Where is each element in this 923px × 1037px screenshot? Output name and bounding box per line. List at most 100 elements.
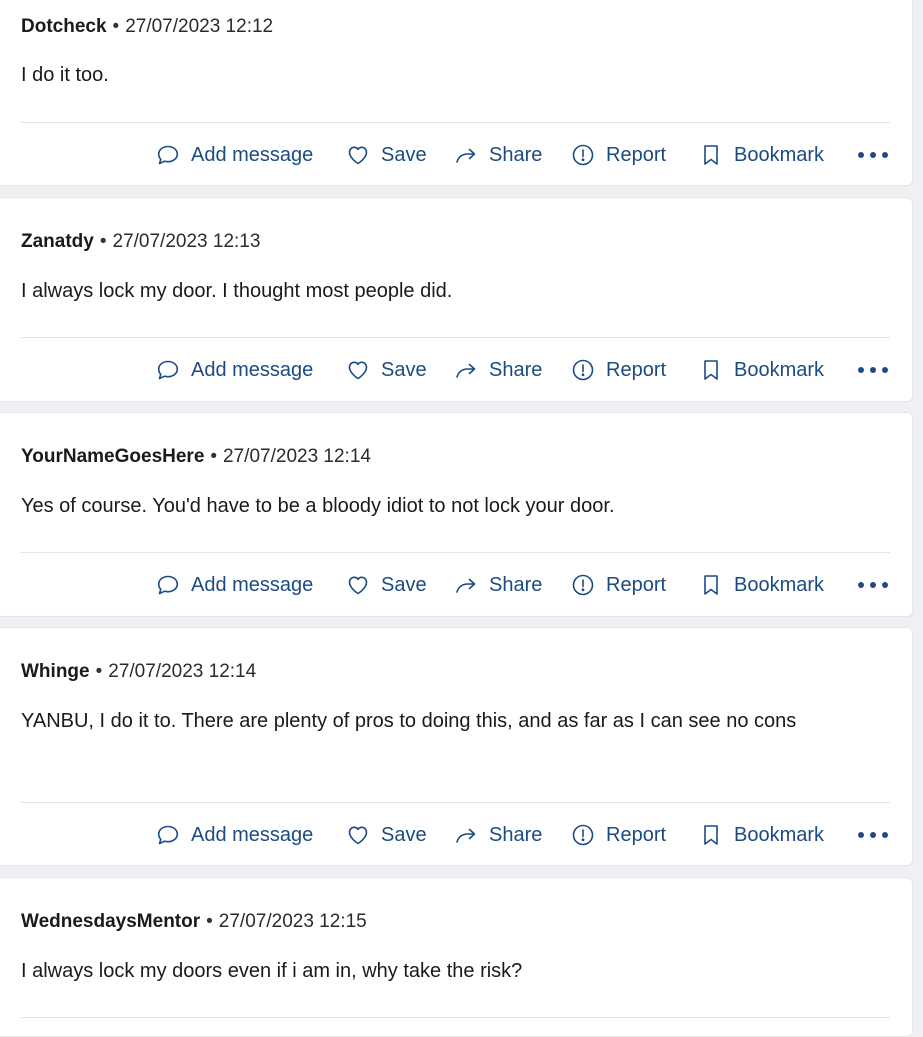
post-author[interactable]: Zanatdy — [21, 231, 94, 252]
speech-bubble-icon — [157, 825, 179, 845]
report-label: Report — [606, 573, 667, 596]
add-message-button[interactable]: Add message — [156, 353, 313, 387]
post-timestamp: 27/07/2023 12:14 — [108, 661, 257, 682]
separator-dot: • — [112, 16, 120, 37]
heart-icon — [348, 361, 368, 380]
post-header: Dotcheck • 27/07/2023 12:12 — [21, 15, 273, 39]
bookmark-label: Bookmark — [734, 573, 825, 596]
post-header: Zanatdy • 27/07/2023 12:13 — [21, 230, 260, 254]
share-arrow-icon — [456, 828, 476, 843]
more-icon — [858, 582, 888, 588]
add-message-label: Add message — [191, 143, 314, 166]
add-message-button[interactable]: Add message — [156, 818, 313, 852]
speech-bubble-icon — [157, 360, 179, 380]
post-card: Zanatdy • 27/07/2023 12:13 I always lock m… — [0, 197, 913, 402]
share-button[interactable]: Share — [454, 353, 542, 387]
post-card: Dotcheck • 27/07/2023 12:12 I do it too. A… — [0, 0, 913, 186]
divider — [21, 802, 890, 803]
add-message-button[interactable]: Add message — [156, 138, 313, 172]
bookmark-icon — [704, 575, 718, 595]
bookmark-button[interactable]: Bookmark — [699, 353, 824, 387]
divider — [21, 552, 890, 553]
post-body: Yes of course. You'd have to be a bloody… — [21, 495, 615, 517]
save-button[interactable]: Save — [346, 138, 427, 172]
report-icon — [572, 144, 594, 166]
post-actions: Add message Save Share Report Bookmark — [0, 138, 913, 172]
share-button[interactable]: Share — [454, 138, 542, 172]
heart-icon — [348, 576, 368, 595]
post-body: YANBU, I do it to. There are plenty of p… — [21, 710, 797, 732]
post-author[interactable]: Dotcheck — [21, 16, 107, 37]
more-options-button[interactable] — [857, 138, 889, 172]
post-actions: Add message Save Share Report Bookmark — [0, 568, 913, 602]
speech-bubble-icon — [157, 575, 179, 595]
report-icon — [572, 574, 594, 596]
post-header: Whinge • 27/07/2023 12:14 — [21, 660, 256, 684]
heart-icon — [348, 826, 368, 845]
more-icon — [858, 832, 888, 838]
save-button[interactable]: Save — [346, 353, 427, 387]
post-card: WednesdaysMentor • 27/07/2023 12:15 I alwa… — [0, 877, 913, 1037]
save-label: Save — [381, 358, 427, 381]
bookmark-icon — [704, 145, 718, 165]
speech-bubble-icon — [157, 145, 179, 165]
add-message-label: Add message — [191, 358, 314, 381]
post-header: WednesdaysMentor • 27/07/2023 12:15 — [21, 910, 367, 934]
bookmark-button[interactable]: Bookmark — [699, 138, 824, 172]
bookmark-label: Bookmark — [734, 823, 825, 846]
report-icon — [572, 824, 594, 846]
save-label: Save — [381, 823, 427, 846]
bookmark-icon — [704, 360, 718, 380]
post-body: I always lock my doors even if i am in, … — [21, 960, 523, 982]
post-timestamp: 27/07/2023 12:15 — [218, 911, 367, 932]
more-options-button[interactable] — [857, 818, 889, 852]
bookmark-label: Bookmark — [734, 143, 825, 166]
separator-dot: • — [99, 231, 107, 252]
bookmark-icon — [704, 825, 718, 845]
add-message-label: Add message — [191, 573, 314, 596]
save-button[interactable]: Save — [346, 568, 427, 602]
post-timestamp: 27/07/2023 12:14 — [223, 446, 371, 467]
post-author[interactable]: WednesdaysMentor — [21, 911, 200, 932]
bookmark-button[interactable]: Bookmark — [699, 818, 824, 852]
post-author[interactable]: Whinge — [21, 661, 90, 682]
report-label: Report — [606, 358, 667, 381]
divider — [21, 1017, 890, 1018]
separator-dot: • — [95, 661, 103, 682]
post-timestamp: 27/07/2023 12:12 — [125, 16, 274, 37]
report-label: Report — [606, 823, 667, 846]
report-button[interactable]: Report — [571, 353, 666, 387]
post-timestamp: 27/07/2023 12:13 — [112, 231, 261, 252]
post-actions: Add message Save Share Report Bookmark — [0, 353, 913, 387]
divider — [21, 122, 890, 123]
share-arrow-icon — [456, 148, 476, 163]
save-button[interactable]: Save — [346, 818, 427, 852]
more-options-button[interactable] — [857, 353, 889, 387]
report-label: Report — [606, 143, 667, 166]
more-icon — [858, 152, 888, 158]
post-author[interactable]: YourNameGoesHere — [21, 446, 204, 467]
share-arrow-icon — [456, 363, 476, 378]
report-button[interactable]: Report — [571, 818, 666, 852]
add-message-button[interactable]: Add message — [156, 568, 313, 602]
post-header: YourNameGoesHere • 27/07/2023 12:14 — [21, 445, 371, 469]
divider — [21, 337, 890, 338]
share-label: Share — [489, 823, 543, 846]
bookmark-label: Bookmark — [734, 358, 825, 381]
report-button[interactable]: Report — [571, 138, 666, 172]
share-label: Share — [489, 143, 543, 166]
share-button[interactable]: Share — [454, 568, 542, 602]
share-arrow-icon — [456, 578, 476, 593]
save-label: Save — [381, 143, 427, 166]
report-button[interactable]: Report — [571, 568, 666, 602]
post-card: Whinge • 27/07/2023 12:14 YANBU, I do it t… — [0, 627, 913, 866]
share-button[interactable]: Share — [454, 818, 542, 852]
post-actions: Add message Save Share Report Bookmark — [0, 818, 913, 852]
post-body: I always lock my door. I thought most pe… — [21, 280, 453, 302]
add-message-label: Add message — [191, 823, 314, 846]
more-options-button[interactable] — [857, 568, 889, 602]
more-icon — [858, 367, 888, 373]
separator-dot: • — [210, 446, 218, 467]
heart-icon — [348, 146, 368, 165]
bookmark-button[interactable]: Bookmark — [699, 568, 824, 602]
